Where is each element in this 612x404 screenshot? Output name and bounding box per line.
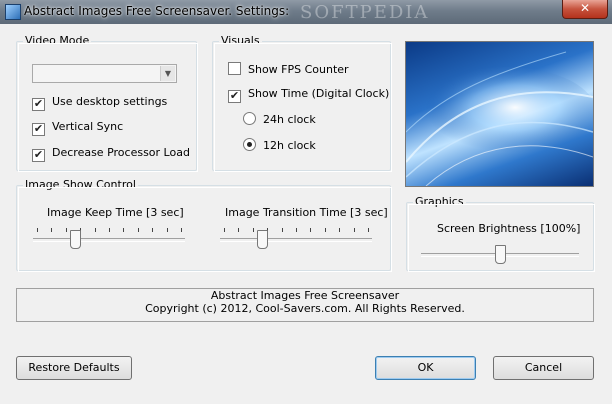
about-panel: Abstract Images Free Screensaver Copyrig… — [16, 288, 594, 322]
checkbox-box[interactable]: ✔ — [32, 123, 45, 136]
visuals-group: Visuals Show FPS Counter ✔ Show Time (Dig… — [212, 34, 392, 172]
slider-thumb[interactable] — [70, 230, 81, 249]
transition-time-label: Image Transition Time [3 sec] — [225, 206, 388, 219]
video-mode-group: Video Mode ▼ ✔ Use desktop settings ✔ Vert… — [16, 34, 198, 172]
slider-tick — [51, 228, 52, 232]
slider-tick — [354, 228, 355, 232]
visuals-legend: Visuals — [219, 34, 262, 47]
clock-24h-label: 24h clock — [263, 113, 316, 126]
slider-track[interactable] — [33, 238, 185, 242]
graphics-legend: Graphics — [413, 195, 466, 208]
graphics-group: Graphics Screen Brightness [100%] — [406, 195, 595, 272]
clock-12h-radio[interactable]: 12h clock — [243, 138, 316, 152]
slider-tick — [310, 228, 311, 232]
radio-button[interactable] — [243, 112, 256, 125]
video-mode-select[interactable]: ▼ — [32, 64, 177, 83]
checkbox-box[interactable]: ✔ — [32, 149, 45, 162]
checkbox-box[interactable] — [228, 62, 241, 75]
brightness-slider[interactable] — [421, 239, 579, 264]
checkbox-box[interactable]: ✔ — [228, 90, 241, 103]
use-desktop-settings-checkbox[interactable]: ✔ Use desktop settings — [32, 95, 167, 111]
cancel-button[interactable]: Cancel — [493, 356, 594, 380]
close-button[interactable]: ✕ — [562, 0, 608, 19]
decrease-processor-load-checkbox[interactable]: ✔ Decrease Processor Load — [32, 146, 190, 162]
slider-thumb[interactable] — [257, 230, 268, 249]
slider-tick — [152, 228, 153, 232]
vertical-sync-checkbox[interactable]: ✔ Vertical Sync — [32, 120, 123, 136]
image-show-control-group: Image Show Control Image Keep Time [3 se… — [16, 178, 392, 272]
slider-tick — [339, 228, 340, 232]
window-title: Abstract Images Free Screensaver. Settin… — [24, 4, 290, 18]
show-fps-checkbox[interactable]: Show FPS Counter — [228, 62, 349, 76]
slider-tick — [109, 228, 110, 232]
vertical-sync-label: Vertical Sync — [52, 120, 124, 133]
slider-track[interactable] — [220, 238, 372, 242]
abstract-preview-graphic — [406, 51, 593, 186]
title-bar: Abstract Images Free Screensaver. Settin… — [0, 0, 612, 24]
use-desktop-settings-label: Use desktop settings — [52, 95, 168, 108]
slider-tick — [37, 228, 38, 232]
slider-tick — [138, 228, 139, 232]
slider-tick — [224, 228, 225, 232]
radio-button[interactable] — [243, 138, 256, 151]
app-icon — [5, 4, 21, 20]
clock-12h-label: 12h clock — [263, 139, 316, 152]
ok-button[interactable]: OK — [375, 356, 476, 380]
keep-time-label: Image Keep Time [3 sec] — [47, 206, 184, 219]
screensaver-preview-image — [405, 41, 594, 187]
slider-tick — [66, 228, 67, 232]
slider-tick — [123, 228, 124, 232]
video-mode-legend: Video Mode — [23, 34, 92, 47]
slider-tick — [238, 228, 239, 232]
transition-time-slider[interactable] — [220, 224, 372, 254]
show-time-label: Show Time (Digital Clock) — [248, 87, 390, 100]
chevron-down-icon[interactable]: ▼ — [160, 66, 175, 81]
slider-tick — [368, 228, 369, 232]
decrease-processor-load-label: Decrease Processor Load — [52, 146, 190, 159]
slider-tick — [95, 228, 96, 232]
slider-tick — [282, 228, 283, 232]
clock-24h-radio[interactable]: 24h clock — [243, 112, 316, 126]
slider-tick — [167, 228, 168, 232]
keep-time-slider[interactable] — [33, 224, 185, 254]
slider-tick — [181, 228, 182, 232]
image-show-control-legend: Image Show Control — [23, 178, 138, 191]
show-fps-label: Show FPS Counter — [248, 63, 349, 76]
slider-tick — [296, 228, 297, 232]
about-copyright: Copyright (c) 2012, Cool-Savers.com. All… — [145, 302, 465, 315]
restore-defaults-button[interactable]: Restore Defaults — [16, 356, 132, 380]
watermark-text: SOFTPEDIA — [300, 2, 430, 23]
show-time-checkbox[interactable]: ✔ Show Time (Digital Clock) — [228, 87, 389, 103]
slider-thumb[interactable] — [495, 245, 506, 264]
checkbox-box[interactable]: ✔ — [32, 98, 45, 111]
about-title: Abstract Images Free Screensaver — [210, 289, 400, 302]
slider-tick — [253, 228, 254, 232]
slider-tick — [325, 228, 326, 232]
brightness-label: Screen Brightness [100%] — [437, 222, 581, 235]
